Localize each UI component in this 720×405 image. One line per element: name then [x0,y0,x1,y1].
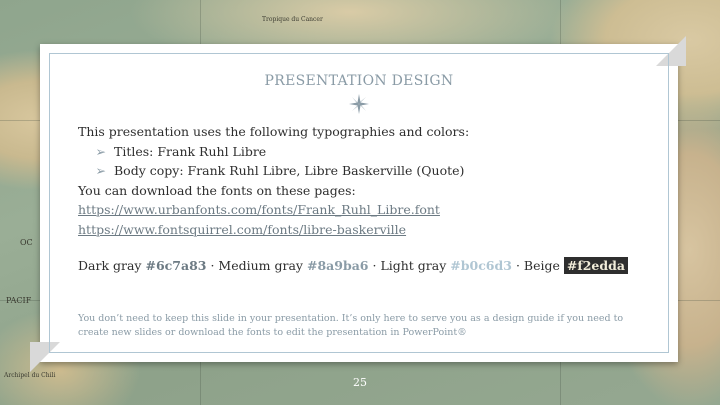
font-link-urbanfonts[interactable]: https://www.urbanfonts.com/fonts/Frank_R… [78,200,658,220]
beige-label: Beige [523,258,560,273]
bullet-text: Titles: Frank Ruhl Libre [114,143,267,159]
bullet-text: Body copy: Frank Ruhl Libre, Libre Baske… [114,163,465,178]
bullet-item: ➢ Titles: Frank Ruhl Libre [78,142,658,162]
map-label: Archipel du Chili [4,372,56,379]
medium-gray-label: Medium gray [218,258,303,273]
map-label: OC [20,238,33,247]
slide-title: PRESENTATION DESIGN [264,73,454,89]
separator: · [372,258,377,273]
map-label: Tropique du Cancer [262,16,323,23]
compass-star-icon [349,94,369,114]
arrow-bullet-icon: ➢ [95,143,106,159]
medium-gray-hex: #8a9ba6 [306,258,369,273]
separator: · [210,258,215,273]
dark-gray-hex: #6c7a83 [145,258,207,273]
color-palette-line: Dark gray #6c7a83 · Medium gray #8a9ba6 … [78,257,628,274]
design-guide-note: You don’t need to keep this slide in you… [78,313,624,338]
slide-card: PRESENTATION DESIGN This presentation us… [30,36,686,372]
font-link-fontsquirrel[interactable]: https://www.fontsquirrel.com/fonts/libre… [78,220,658,240]
bullet-item: ➢ Body copy: Frank Ruhl Libre, Libre Bask… [78,161,658,181]
intro-text: This presentation uses the following typ… [78,124,470,139]
separator: · [515,258,520,273]
dark-gray-label: Dark gray [78,258,142,273]
slide-body: This presentation uses the following typ… [78,122,658,239]
arrow-bullet-icon: ➢ [95,163,106,178]
beige-hex: #f2edda [563,257,628,274]
light-gray-label: Light gray [380,258,447,273]
page-number: 25 [353,376,367,389]
download-text: You can download the fonts on these page… [78,182,356,198]
map-label: PACIF [6,296,32,305]
light-gray-hex: #b0c6d3 [450,258,512,273]
